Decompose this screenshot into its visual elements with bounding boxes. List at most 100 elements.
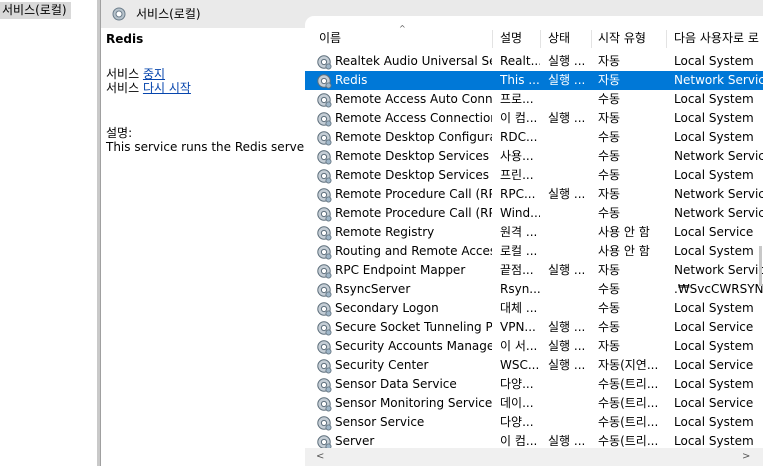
service-row[interactable]: Remote Access Connection... 이 컴... 실행 ... 자… (305, 109, 763, 128)
service-description-cell: 원격 ... (500, 225, 538, 239)
service-gear-icon (316, 92, 332, 108)
service-startup-type-cell: 자동 (598, 263, 621, 277)
service-logon-cell: Local Service (674, 225, 754, 239)
service-row[interactable]: Remote Desktop Services 사용... 수동 Network Se… (305, 147, 763, 166)
service-row[interactable]: Security Center WSC... 실행 ... 자동(지연... Local… (305, 356, 763, 375)
scroll-right-arrow-icon[interactable]: > (742, 451, 750, 462)
service-row[interactable]: Security Accounts Manager 이 서... 실행 ... 자동 L… (305, 337, 763, 356)
service-name-cell: Security Center (335, 358, 429, 372)
service-gear-icon (316, 320, 332, 336)
service-row[interactable]: Routing and Remote Access 로컬 ... 사용 안 함 Loc… (305, 242, 763, 261)
horizontal-scrollbar[interactable]: < > (305, 448, 763, 466)
service-description-cell: RPC... (500, 187, 536, 201)
service-logon-cell: Network Service (674, 187, 763, 201)
service-startup-type-cell: 자동 (598, 339, 621, 353)
service-gear-icon (316, 377, 332, 393)
service-row[interactable]: RPC Endpoint Mapper 끝점... 실행 ... 자동 Network … (305, 261, 763, 280)
service-description-cell: RDC... (500, 130, 538, 144)
service-row[interactable]: RsyncServer Rsyn... 수동 .₩SvcCWRSYNC (305, 280, 763, 299)
column-separator[interactable] (591, 30, 592, 48)
console-tree: 서비스(로컬) (0, 0, 97, 466)
service-row[interactable]: Sensor Service 다양... 수동(트리... Local System (305, 413, 763, 432)
service-startup-type-cell: 수동 (598, 92, 621, 106)
tree-item-local-services[interactable]: 서비스(로컬) (0, 2, 71, 19)
description-label: 설명: (106, 126, 133, 140)
service-row[interactable]: Sensor Monitoring Service 데이... 수동(트리... Lo… (305, 394, 763, 413)
scroll-left-arrow-icon[interactable]: < (316, 451, 324, 462)
service-gear-icon (316, 130, 332, 146)
service-row[interactable]: Realtek Audio Universal Ser... Realt... 실행… (305, 52, 763, 71)
service-description-cell: 다양... (500, 377, 534, 391)
service-status-cell (548, 280, 591, 299)
service-gear-icon (316, 415, 332, 431)
service-logon-cell: Local Service (674, 396, 754, 410)
column-header-log-on-as[interactable]: 다음 사용자로 로 (674, 26, 759, 50)
service-status-cell (548, 242, 591, 261)
service-row[interactable]: Remote Procedure Call (RP... Wind... 수동 Net… (305, 204, 763, 223)
service-status-cell (548, 90, 591, 109)
column-header-status[interactable]: 상태 (548, 26, 570, 50)
service-row[interactable]: Secondary Logon 대체 ... 수동 Local System (305, 299, 763, 318)
service-startup-type-cell: 수동 (598, 130, 621, 144)
column-header-description[interactable]: 설명 (500, 26, 522, 50)
service-description-cell: 사용... (500, 149, 534, 163)
service-row[interactable]: Redis This ... 실행 ... 자동 Network Service (305, 71, 763, 90)
restart-service-link[interactable]: 다시 시작 (143, 81, 191, 95)
service-row[interactable]: Remote Access Auto Conn... 프로... 수동 Local S… (305, 90, 763, 109)
vertical-scrollbar-thumb[interactable] (759, 246, 762, 286)
service-description-cell: Rsyn... (500, 282, 540, 296)
service-logon-cell: Local System (674, 301, 754, 315)
service-status-cell: 실행 ... (548, 263, 586, 277)
service-gear-icon (316, 149, 332, 165)
service-name-cell: Sensor Monitoring Service (335, 396, 492, 410)
service-logon-cell: Local System (674, 54, 754, 68)
service-logon-cell: Network Service (674, 263, 763, 277)
service-logon-cell: Local System (674, 130, 754, 144)
description-text: This service runs the Redis server (106, 140, 310, 154)
service-startup-type-cell: 수동(트리... (598, 396, 659, 410)
service-row[interactable]: Remote Desktop Configura... RDC... 수동 Local… (305, 128, 763, 147)
service-row[interactable]: Remote Registry 원격 ... 사용 안 함 Local Service (305, 223, 763, 242)
service-startup-type-cell: 자동(지연... (598, 358, 659, 372)
column-header-startup-type[interactable]: 시작 유형 (598, 26, 646, 50)
service-status-cell (548, 394, 591, 413)
service-gear-icon (316, 358, 332, 374)
service-description-cell: 끝점... (500, 263, 534, 277)
service-gear-icon (316, 301, 332, 317)
column-separator[interactable] (492, 30, 493, 48)
service-status-cell (548, 166, 591, 185)
service-gear-icon (316, 225, 332, 241)
service-description-cell: VPN... (500, 320, 536, 334)
service-startup-type-cell: 수동 (598, 301, 621, 315)
service-startup-type-cell: 수동 (598, 149, 621, 163)
service-startup-type-cell: 자동 (598, 187, 621, 201)
service-description-cell: Wind... (500, 206, 540, 220)
service-row[interactable]: Sensor Data Service 다양... 수동(트리... Local Sy… (305, 375, 763, 394)
gear-icon (112, 7, 126, 21)
service-name-cell: Secure Socket Tunneling P... (335, 320, 492, 334)
service-logon-cell: Local System (674, 339, 754, 353)
service-row[interactable]: Secure Socket Tunneling P... VPN... 실행 ...… (305, 318, 763, 337)
service-rows: Realtek Audio Universal Ser... Realt... 실행… (305, 52, 763, 451)
service-logon-cell: Network Service (674, 73, 763, 87)
service-description-cell: 이 서... (500, 339, 538, 353)
service-status-cell (548, 128, 591, 147)
service-startup-type-cell: 수동(트리... (598, 377, 659, 391)
service-row[interactable]: Remote Procedure Call (RP... RPC... 실행 ...… (305, 185, 763, 204)
column-separator[interactable] (666, 30, 667, 48)
service-name-cell: RsyncServer (335, 282, 411, 296)
service-description-cell: WSC... (500, 358, 540, 372)
service-status-cell (548, 204, 591, 223)
service-gear-icon (316, 187, 332, 203)
selected-service-name: Redis (106, 32, 144, 46)
service-row[interactable]: Remote Desktop Services ... 프린... 수동 Local … (305, 166, 763, 185)
column-header-name[interactable]: 이름 (319, 26, 341, 50)
service-gear-icon (316, 339, 332, 355)
service-startup-type-cell: 수동 (598, 282, 621, 296)
service-startup-type-cell: 수동(트리... (598, 415, 659, 429)
column-separator[interactable] (540, 30, 541, 48)
service-description-cell: 다양... (500, 415, 534, 429)
service-startup-type-cell: 수동 (598, 168, 621, 182)
service-list[interactable]: ^ 이름 설명 상태 시작 유형 다음 사용자로 로 Realtek Audio… (305, 16, 763, 466)
service-name-cell: Sensor Data Service (335, 377, 457, 391)
